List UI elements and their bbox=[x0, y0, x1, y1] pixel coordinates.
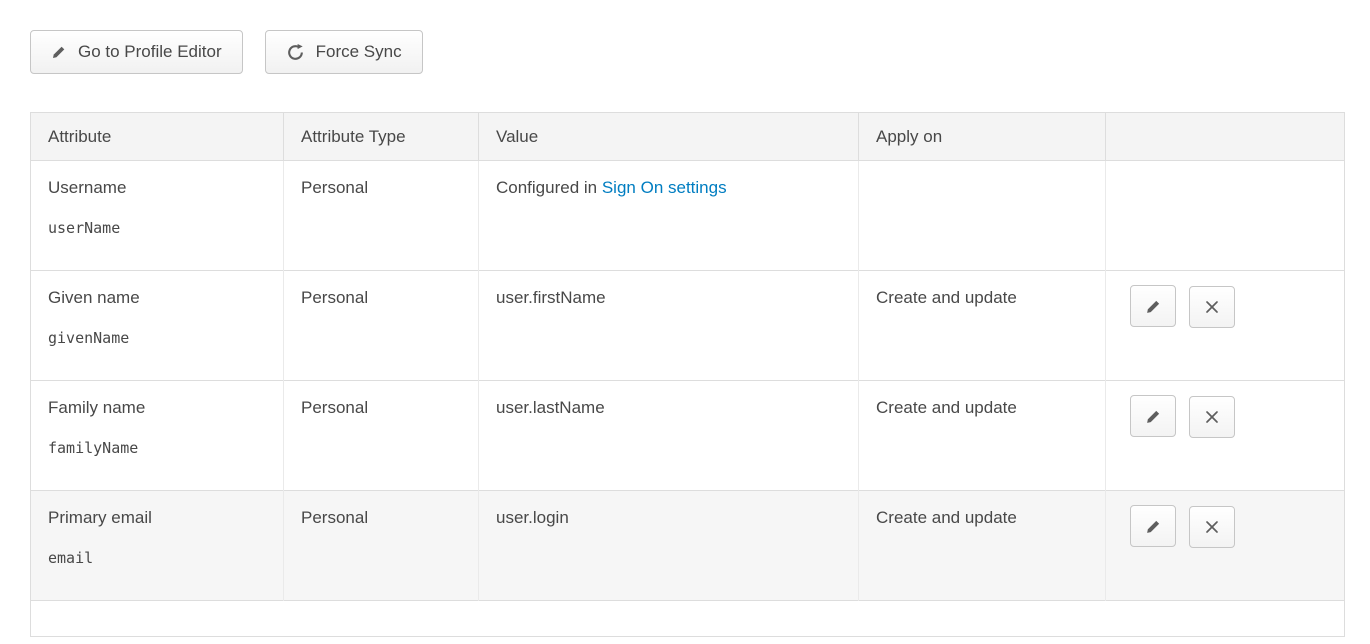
delete-attribute-button[interactable] bbox=[1189, 286, 1235, 328]
go-to-profile-editor-label: Go to Profile Editor bbox=[78, 42, 222, 62]
toolbar: Go to Profile Editor Force Sync bbox=[30, 30, 1345, 74]
actions-cell actions-cell bbox=[1106, 161, 1345, 271]
edit-attribute-button[interactable] bbox=[1130, 505, 1176, 547]
pencil-icon bbox=[1145, 518, 1162, 535]
attribute-label: Family name bbox=[48, 398, 266, 418]
attribute-cell: Username userName bbox=[31, 161, 284, 271]
attribute-type-cell: Personal bbox=[284, 161, 479, 271]
attribute-type-cell: Personal bbox=[284, 381, 479, 491]
attribute-variable-name: givenName bbox=[48, 329, 266, 347]
actions-cell actions-cell bbox=[1106, 381, 1345, 491]
delete-attribute-button[interactable] bbox=[1189, 396, 1235, 438]
attribute-cell: Primary email email bbox=[31, 491, 284, 601]
header-attribute-type: Attribute Type bbox=[284, 113, 479, 161]
attribute-variable-name: userName bbox=[48, 219, 266, 237]
go-to-profile-editor-button[interactable]: Go to Profile Editor bbox=[30, 30, 243, 74]
empty-cell bbox=[31, 601, 1345, 637]
pencil-icon bbox=[51, 44, 67, 60]
apply-on-cell: Create and update bbox=[859, 271, 1106, 381]
x-icon bbox=[1204, 299, 1220, 315]
value-text: Configured in bbox=[496, 178, 602, 197]
value-text: user.lastName bbox=[496, 398, 605, 417]
attribute-type-cell: Personal bbox=[284, 271, 479, 381]
sign-on-settings-link[interactable]: Sign On settings bbox=[602, 178, 727, 197]
value-text: user.login bbox=[496, 508, 569, 527]
apply-on-cell bbox=[859, 161, 1106, 271]
header-attribute: Attribute bbox=[31, 113, 284, 161]
x-icon bbox=[1204, 409, 1220, 425]
pencil-icon bbox=[1145, 298, 1162, 315]
attribute-table-body: UsernameuserNamePersonalConfigured in Si… bbox=[31, 161, 1345, 637]
edit-attribute-button[interactable] bbox=[1130, 285, 1176, 327]
force-sync-button[interactable]: Force Sync bbox=[265, 30, 423, 74]
attribute-mappings-page: Go to Profile Editor Force Sync Attribut… bbox=[0, 0, 1370, 637]
apply-on-cell: Create and update bbox=[859, 491, 1106, 601]
value-cell: user.firstName bbox=[479, 271, 859, 381]
attribute-label: Username bbox=[48, 178, 266, 198]
attribute-cell: Family name familyName bbox=[31, 381, 284, 491]
pencil-icon bbox=[1145, 408, 1162, 425]
attribute-label: Primary email bbox=[48, 508, 266, 528]
apply-on-cell: Create and update bbox=[859, 381, 1106, 491]
value-text: user.firstName bbox=[496, 288, 606, 307]
value-cell: Configured in Sign On settings bbox=[479, 161, 859, 271]
refresh-icon bbox=[286, 43, 305, 62]
attribute-variable-name: email bbox=[48, 549, 266, 567]
value-cell: user.login bbox=[479, 491, 859, 601]
table-row: UsernameuserNamePersonalConfigured in Si… bbox=[31, 161, 1345, 271]
table-row: Given name givenName Personal user.firstNam… bbox=[31, 271, 1345, 381]
table-row: Family name familyName Personal user.lastNa… bbox=[31, 381, 1345, 491]
actions-cell actions-cell bbox=[1106, 271, 1345, 381]
attribute-type-cell: Personal bbox=[284, 491, 479, 601]
value-cell: user.lastName bbox=[479, 381, 859, 491]
delete-attribute-button[interactable] bbox=[1189, 506, 1235, 548]
header-apply-on: Apply on bbox=[859, 113, 1106, 161]
force-sync-label: Force Sync bbox=[316, 42, 402, 62]
attribute-variable-name: familyName bbox=[48, 439, 266, 457]
table-head: Attribute Attribute Type Value Apply on bbox=[31, 113, 1345, 161]
header-value: Value bbox=[479, 113, 859, 161]
actions-cell actions-cell bbox=[1106, 491, 1345, 601]
header-actions bbox=[1106, 113, 1345, 161]
table-header-row: Attribute Attribute Type Value Apply on bbox=[31, 113, 1345, 161]
attribute-mappings-table: Attribute Attribute Type Value Apply on … bbox=[30, 112, 1345, 637]
x-icon bbox=[1204, 519, 1220, 535]
edit-attribute-button[interactable] bbox=[1130, 395, 1176, 437]
table-row-partial bbox=[31, 601, 1345, 637]
table-row: Primary email email Personal user.login Crea… bbox=[31, 491, 1345, 601]
attribute-cell: Given name givenName bbox=[31, 271, 284, 381]
attribute-label: Given name bbox=[48, 288, 266, 308]
